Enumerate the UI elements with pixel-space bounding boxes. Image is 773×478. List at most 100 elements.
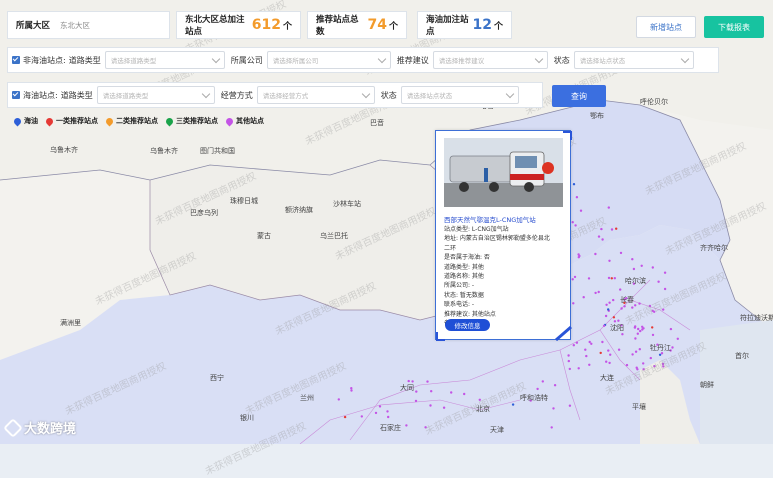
non-ocean-checkbox[interactable]: [12, 56, 20, 64]
station-marker[interactable]: [575, 341, 579, 344]
station-marker[interactable]: [568, 404, 572, 407]
station-marker[interactable]: [574, 224, 577, 227]
station-marker[interactable]: [567, 354, 570, 357]
station-marker[interactable]: [442, 406, 446, 409]
station-marker[interactable]: [613, 320, 617, 323]
station-marker[interactable]: [613, 277, 616, 280]
company-select[interactable]: 请选择所属公司: [266, 51, 391, 69]
station-marker[interactable]: [579, 209, 583, 212]
station-marker[interactable]: [669, 327, 673, 331]
station-marker[interactable]: [553, 384, 557, 387]
road-type-select-2[interactable]: 请选择道路类型: [96, 86, 215, 104]
station-marker[interactable]: [378, 405, 382, 408]
station-marker[interactable]: [511, 403, 515, 406]
station-marker[interactable]: [386, 410, 389, 413]
station-marker[interactable]: [585, 354, 588, 358]
station-marker[interactable]: [572, 302, 575, 305]
road-type-select[interactable]: 请选择道路类型: [104, 51, 225, 69]
station-marker[interactable]: [594, 252, 597, 256]
station-marker[interactable]: [620, 307, 623, 310]
station-marker[interactable]: [594, 291, 597, 295]
station-marker[interactable]: [572, 344, 575, 347]
status-select-2[interactable]: 请选择站点状态: [400, 86, 519, 104]
station-marker[interactable]: [662, 365, 665, 368]
station-marker[interactable]: [550, 426, 553, 429]
station-marker[interactable]: [609, 353, 612, 356]
station-marker[interactable]: [619, 288, 622, 291]
station-marker[interactable]: [607, 308, 610, 311]
station-marker[interactable]: [608, 301, 611, 304]
station-marker[interactable]: [610, 277, 613, 280]
station-marker[interactable]: [463, 392, 466, 396]
station-marker[interactable]: [588, 340, 591, 344]
legend-item-class2[interactable]: 二类推荐站点: [104, 116, 158, 126]
legend-item-other[interactable]: 其他站点: [224, 116, 264, 126]
station-marker[interactable]: [617, 348, 621, 351]
station-marker[interactable]: [638, 348, 641, 351]
station-marker[interactable]: [608, 259, 611, 262]
station-marker[interactable]: [653, 365, 656, 368]
station-marker[interactable]: [607, 349, 610, 352]
station-marker[interactable]: [577, 367, 580, 370]
station-marker[interactable]: [663, 287, 667, 291]
station-marker[interactable]: [541, 380, 544, 383]
station-marker[interactable]: [612, 298, 615, 302]
station-marker[interactable]: [639, 329, 642, 333]
station-marker[interactable]: [619, 251, 623, 255]
station-marker[interactable]: [651, 326, 654, 329]
station-marker[interactable]: [640, 264, 643, 267]
station-marker[interactable]: [638, 302, 641, 305]
station-marker[interactable]: [587, 277, 591, 280]
station-marker[interactable]: [424, 426, 427, 429]
legend-item-class1[interactable]: 一类推荐站点: [44, 116, 98, 126]
station-marker[interactable]: [590, 342, 593, 345]
station-marker[interactable]: [617, 319, 620, 322]
station-marker[interactable]: [588, 363, 591, 366]
station-marker[interactable]: [430, 390, 433, 393]
station-marker[interactable]: [536, 387, 539, 391]
station-marker[interactable]: [572, 183, 576, 186]
ocean-checkbox[interactable]: [12, 91, 20, 99]
station-marker[interactable]: [360, 415, 363, 418]
station-marker[interactable]: [641, 325, 644, 328]
station-marker[interactable]: [662, 308, 665, 311]
station-marker[interactable]: [426, 380, 429, 383]
station-marker[interactable]: [642, 368, 645, 371]
station-marker[interactable]: [450, 391, 453, 394]
region-value[interactable]: 东北大区: [60, 20, 90, 31]
station-marker[interactable]: [405, 424, 408, 427]
station-marker[interactable]: [387, 415, 390, 419]
mode-select[interactable]: 请选择经营方式: [256, 86, 375, 104]
station-marker[interactable]: [605, 360, 608, 363]
station-marker[interactable]: [623, 305, 626, 308]
station-marker[interactable]: [415, 390, 418, 393]
station-marker[interactable]: [582, 296, 585, 299]
station-marker[interactable]: [584, 348, 587, 351]
station-marker[interactable]: [607, 276, 611, 280]
station-marker[interactable]: [607, 206, 610, 209]
station-marker[interactable]: [604, 314, 608, 318]
station-marker[interactable]: [407, 379, 410, 383]
station-marker[interactable]: [615, 227, 618, 230]
legend-item-ocean[interactable]: 海油: [12, 116, 38, 126]
station-marker[interactable]: [350, 387, 353, 390]
station-marker[interactable]: [653, 310, 656, 313]
station-marker[interactable]: [625, 363, 629, 367]
station-marker[interactable]: [649, 356, 652, 360]
add-station-button[interactable]: 新增站点: [636, 16, 696, 38]
station-marker[interactable]: [642, 362, 645, 365]
station-marker[interactable]: [636, 368, 639, 371]
station-marker[interactable]: [634, 304, 637, 307]
station-marker[interactable]: [631, 353, 634, 356]
station-marker[interactable]: [552, 407, 555, 410]
station-marker[interactable]: [612, 316, 616, 319]
station-marker[interactable]: [577, 253, 580, 256]
station-marker[interactable]: [631, 306, 634, 309]
station-marker[interactable]: [350, 389, 353, 392]
station-marker[interactable]: [634, 325, 637, 328]
station-marker[interactable]: [661, 362, 665, 366]
station-marker[interactable]: [637, 327, 640, 331]
station-marker[interactable]: [577, 256, 580, 259]
station-marker[interactable]: [568, 367, 571, 371]
station-marker[interactable]: [599, 351, 602, 355]
